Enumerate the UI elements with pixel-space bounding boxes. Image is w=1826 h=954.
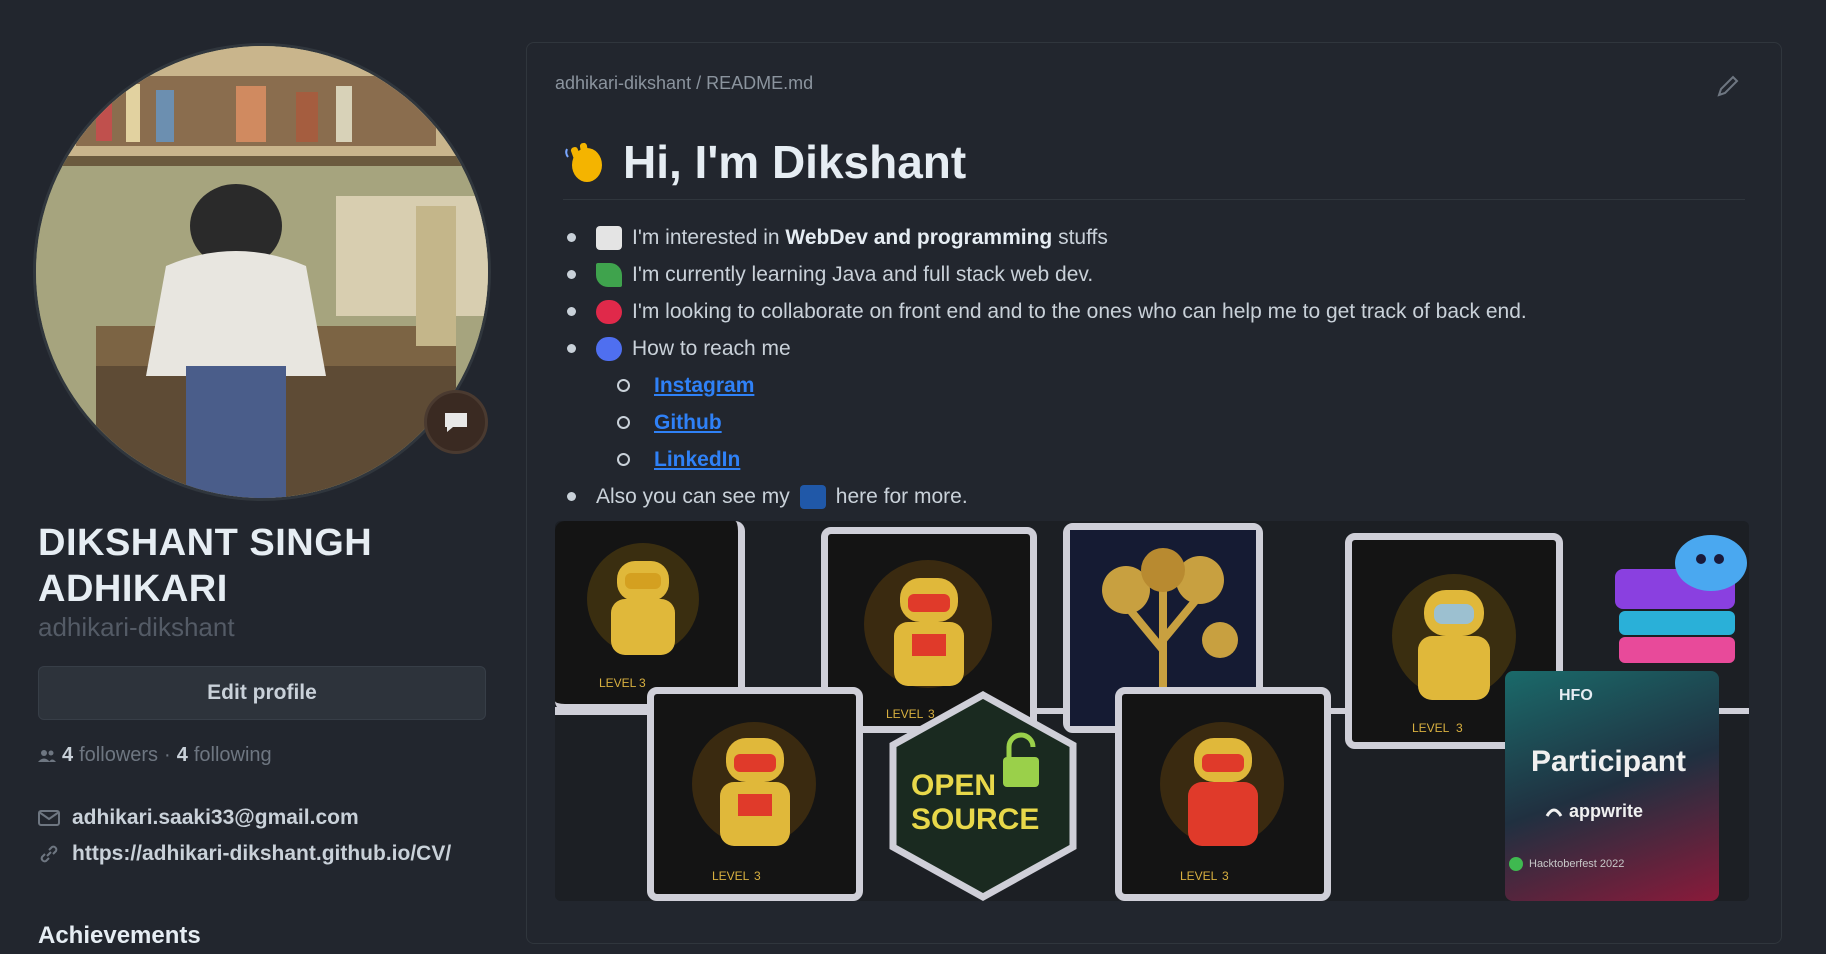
speech-bubble-icon [445,413,467,432]
svg-text:LEVEL: LEVEL [599,676,637,690]
astronaut-badge-art: LEVEL 3 [1160,722,1284,883]
bullet [567,344,576,353]
list-item-text-pre: Also you can see my [596,484,790,508]
open-source-hex-art: OPEN SOURCE [889,690,1077,901]
open-source-badge[interactable]: OPEN SOURCE [885,690,1081,901]
sublist-item: LinkedIn [567,441,1747,478]
svg-text:LEVEL: LEVEL [712,869,750,883]
appwrite-icon [1545,808,1563,817]
readme-heading: Hi, I'm Dikshant [563,135,966,189]
sub-bullet [617,379,630,392]
follow-stats: 4 followers · 4 following [38,744,272,767]
list-item: How to reach me [567,330,1747,367]
level-badge[interactable]: LEVEL 3 [647,687,863,901]
bullet [567,307,576,316]
participant-footer: Hacktoberfest 2022 [1509,857,1624,871]
sponsor-logo: appwrite [1545,801,1643,822]
link-icon [40,845,58,863]
following-count[interactable]: 4 [177,744,188,767]
readme-card: adhikari-dikshant / README.md Hi, I'm Di… [526,42,1782,944]
readme-list: I'm interested in WebDev and programming… [567,219,1747,515]
instagram-link[interactable]: Instagram [654,374,754,398]
following-link[interactable]: following [194,744,272,767]
followers-link[interactable]: followers [79,744,158,767]
sub-bullet [617,416,630,429]
level-badge[interactable]: LEVEL 3 [555,521,745,711]
followers-count[interactable]: 4 [62,744,73,767]
svg-text:OPEN: OPEN [911,769,996,802]
bullet [567,492,576,501]
list-item: I'm currently learning Java and full sta… [567,256,1747,293]
badges-collage: LEVEL 3 LEVEL 3 LEVEL 3 LEVEL 3 OPEN SOU… [555,521,1749,901]
svg-text:SOURCE: SOURCE [911,803,1039,836]
list-item-text: I'm interested in WebDev and programming… [632,225,1108,249]
edit-readme-pencil-icon[interactable] [1715,73,1741,106]
astronaut-badge-art: LEVEL 3 [692,722,816,883]
svg-text:3: 3 [639,676,646,690]
set-status-button[interactable] [424,390,488,454]
handshake-emoji-icon [596,299,622,324]
sublist-item: Github [567,404,1747,441]
waving-hand-icon [565,142,602,182]
list-item-text: I'm looking to collaborate on front end … [632,299,1527,323]
profile-avatar[interactable] [36,46,488,498]
list-item-text-post: here for more. [835,484,968,508]
mascot-sticker [1615,529,1749,679]
list-item-text: How to reach me [632,336,791,360]
profile-fullname: DIKSHANT SINGH ADHIKARI [38,522,373,610]
profile-email[interactable]: adhikari.saaki33@gmail.com [72,806,359,830]
laptop-emoji-icon [596,225,622,250]
svg-text:LEVEL: LEVEL [1180,869,1218,883]
cloud-mascot-icon [1615,535,1747,663]
list-item: I'm looking to collaborate on front end … [567,293,1747,330]
list-item: I'm interested in WebDev and programming… [567,219,1747,256]
portfolio-link-icon[interactable] [799,484,826,509]
svg-text:3: 3 [1222,869,1229,883]
check-icon [1509,857,1523,871]
participant-badge-tag: HFO [1559,687,1593,704]
mail-icon [38,810,60,826]
participant-badge[interactable]: HFO Participant appwrite Hacktoberfest 2… [1505,671,1719,901]
svg-text:3: 3 [1456,721,1463,735]
svg-text:LEVEL: LEVEL [1412,721,1450,735]
mailbox-emoji-icon [596,336,622,361]
separator-dot: · [164,744,171,766]
list-item-text: I'm currently learning Java and full sta… [632,262,1094,286]
profile-username: adhikari-dikshant [38,612,235,642]
sublist-item: Instagram [567,367,1747,404]
profile-email-row: adhikari.saaki33@gmail.com [38,806,359,830]
github-link[interactable]: Github [654,411,722,435]
svg-text:3: 3 [754,869,761,883]
heading-divider [563,199,1745,200]
seedling-emoji-icon [596,262,622,287]
achievements-heading: Achievements [38,922,201,949]
bullet [567,270,576,279]
readme-path[interactable]: adhikari-dikshant / README.md [555,73,813,94]
sub-bullet [617,453,630,466]
astronaut-badge-art: LEVEL 3 [587,543,699,690]
profile-website[interactable]: https://adhikari-dikshant.github.io/CV/ [72,842,451,866]
linkedin-link[interactable]: LinkedIn [654,448,740,472]
profile-website-row: https://adhikari-dikshant.github.io/CV/ [38,842,451,866]
edit-profile-button[interactable]: Edit profile [38,666,486,720]
list-item: Also you can see my here for more. [567,478,1747,515]
readme-heading-text: Hi, I'm Dikshant [623,136,967,188]
level-badge[interactable]: LEVEL 3 [1115,687,1331,901]
participant-label: Participant [1531,745,1687,778]
bullet [567,233,576,242]
avatar-illustration [36,46,488,498]
people-icon [38,749,56,762]
